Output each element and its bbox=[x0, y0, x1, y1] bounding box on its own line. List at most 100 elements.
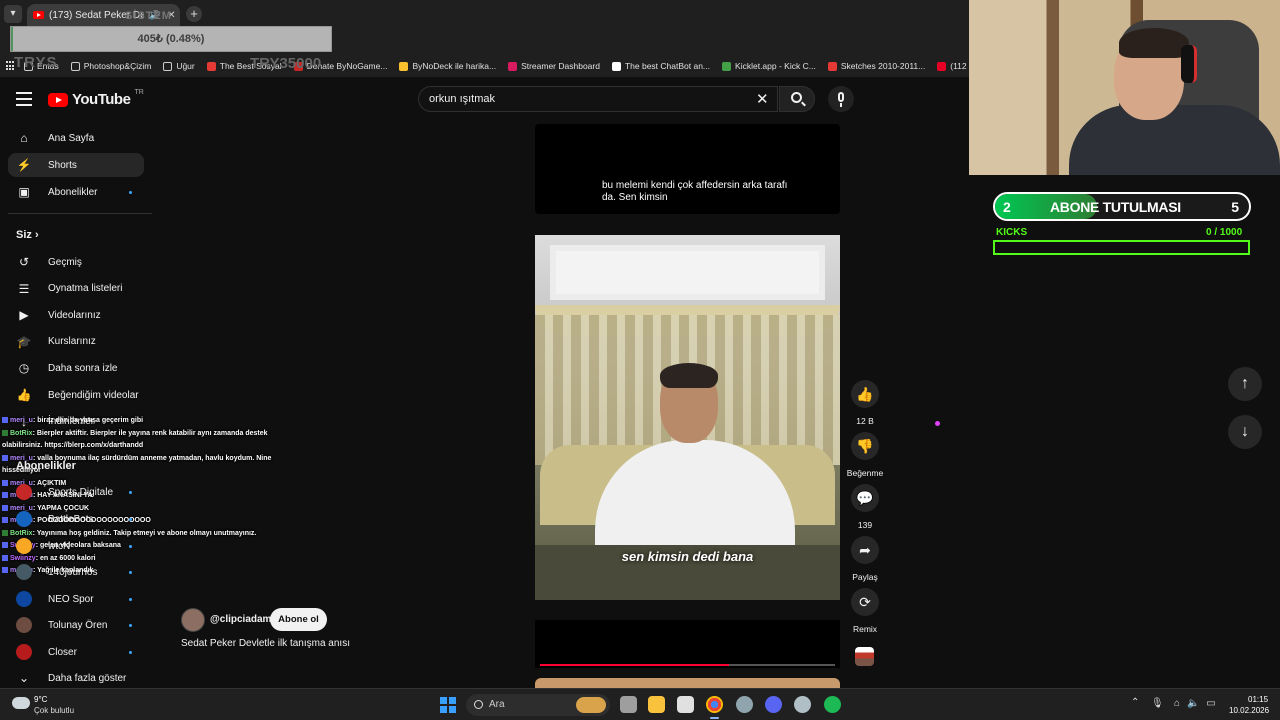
sidebar-item[interactable]: 👍 Beğendiğim videolar bbox=[8, 383, 144, 407]
liked-icon: 👍 bbox=[16, 388, 32, 402]
sidebar-item[interactable]: NEO Spor bbox=[8, 587, 144, 611]
overlay-ghost-left: TRYS bbox=[14, 54, 58, 71]
dislike-button[interactable]: 👎 Beğenme bbox=[847, 432, 883, 478]
bookmark-label: Kicklet.app - Kick C... bbox=[735, 61, 816, 71]
channel-name[interactable]: @clipciadam bbox=[210, 614, 271, 625]
sidebar-item[interactable]: ◷ Daha sonra izle bbox=[8, 356, 144, 380]
obs-icon[interactable] bbox=[794, 696, 811, 713]
apps-grid-icon[interactable] bbox=[6, 61, 14, 71]
bookmarks-bar: Entas Photoshop&Çizim Uğur The Best Sosyal D… bbox=[0, 55, 970, 77]
remix-label: Remix bbox=[852, 624, 878, 634]
bookmark-item[interactable]: Sketches 2010-2011... bbox=[827, 61, 925, 71]
bookmark-item[interactable]: ByNoDeck ile harika... bbox=[399, 61, 496, 71]
chrome-icon[interactable] bbox=[706, 696, 723, 719]
bookmark-item[interactable]: Kicklet.app - Kick C... bbox=[722, 61, 816, 71]
remix-button[interactable]: ⟳ Remix bbox=[850, 588, 880, 634]
tray-chevron-up-icon[interactable]: ⌃ bbox=[1131, 697, 1139, 708]
sidebar-item[interactable]: Closer bbox=[8, 640, 144, 664]
tab-search-button[interactable]: ▾ bbox=[4, 5, 22, 23]
watch-later-icon: ◷ bbox=[18, 361, 30, 376]
chat-badge-icon bbox=[2, 554, 8, 561]
chat-badge-icon bbox=[2, 429, 8, 436]
settings-app-icon[interactable] bbox=[736, 696, 753, 713]
sidebar-item-label: İndirilenler bbox=[48, 416, 95, 428]
sidebar-section-you[interactable]: Siz › bbox=[16, 229, 39, 241]
previous-short-button[interactable]: ↑ bbox=[1228, 367, 1262, 401]
discord-icon[interactable] bbox=[765, 696, 782, 713]
hamburger-menu-icon[interactable] bbox=[16, 92, 32, 106]
clear-search-icon[interactable]: ✕ bbox=[756, 90, 769, 108]
like-button[interactable]: 👍 12 B bbox=[850, 380, 880, 426]
playlists-icon: ☰ bbox=[18, 281, 30, 296]
weather-description[interactable]: Çok bulutlu bbox=[34, 706, 74, 715]
bookmark-item[interactable]: Streamer Dashboard bbox=[508, 61, 600, 71]
subscriber-goal-title: ABONE TUTULMASI bbox=[1050, 199, 1181, 215]
network-icon[interactable]: ⌂ bbox=[1171, 698, 1183, 710]
task-view-icon[interactable] bbox=[620, 696, 637, 713]
sidebar-item[interactable]: wtcN bbox=[8, 534, 144, 558]
channel-avatar-icon bbox=[16, 591, 32, 607]
sidebar-item[interactable]: Sports Digitale bbox=[8, 480, 144, 504]
sidebar-item[interactable]: Tolunay Ören bbox=[8, 613, 144, 637]
youtube-logo[interactable]: YouTube TR bbox=[48, 89, 144, 108]
clock-time[interactable]: 01:15 bbox=[1248, 695, 1268, 704]
new-content-dot bbox=[129, 571, 132, 574]
new-tab-button[interactable]: + bbox=[186, 6, 202, 22]
sidebar-item[interactable]: ▣ Abonelikler bbox=[8, 180, 144, 204]
subscriptions-icon: ▣ bbox=[18, 185, 30, 199]
bookmark-item[interactable]: Photoshop&Çizim bbox=[70, 61, 151, 71]
overlay-ghost-right: TRY35000 bbox=[250, 55, 322, 72]
sidebar-item[interactable]: ☰ Oynatma listeleri bbox=[8, 277, 144, 301]
sidebar-item[interactable]: 🎓 Kurslarınız bbox=[8, 330, 144, 354]
sidebar-item[interactable]: 140journos bbox=[8, 560, 144, 584]
sidebar-item-label: NEO Spor bbox=[48, 593, 94, 605]
sidebar-item[interactable]: ↺ Geçmiş bbox=[8, 250, 144, 274]
courses-icon: 🎓 bbox=[16, 334, 32, 349]
comments-button[interactable]: 💬 139 bbox=[850, 484, 880, 530]
comments-label: 139 bbox=[857, 520, 873, 530]
dislike-icon: 👎 bbox=[851, 432, 879, 460]
taskbar-search[interactable]: Ara bbox=[466, 694, 610, 716]
next-short-button[interactable]: ↓ bbox=[1228, 415, 1262, 449]
sidebar-item[interactable]: ↓ İndirilenler bbox=[8, 410, 144, 434]
weather-temperature[interactable]: 9°C bbox=[34, 695, 47, 704]
your-videos-icon: ▶ bbox=[19, 308, 29, 323]
search-input[interactable]: orkun ışıtmak bbox=[418, 86, 778, 112]
channel-avatar[interactable] bbox=[181, 608, 205, 632]
windows-start-icon[interactable] bbox=[440, 697, 456, 713]
show-more-button[interactable]: ⌄ Daha fazla göster bbox=[8, 666, 144, 690]
file-explorer-icon[interactable] bbox=[648, 696, 665, 713]
sidebar-item[interactable]: ⚡ Shorts bbox=[8, 153, 144, 177]
share-label: Paylaş bbox=[852, 572, 878, 582]
search-button[interactable] bbox=[779, 86, 815, 112]
bookmark-label: The best ChatBot an... bbox=[624, 61, 711, 71]
spotify-icon[interactable] bbox=[824, 696, 841, 713]
store-icon[interactable] bbox=[677, 696, 694, 713]
microphone-tray-icon[interactable]: 🎙 bbox=[1151, 698, 1164, 710]
youtube-play-icon bbox=[48, 92, 68, 107]
sidebar-item-label: Kurslarınız bbox=[48, 336, 96, 348]
sidebar-item[interactable]: BattleBots bbox=[8, 507, 144, 531]
clock-date[interactable]: 10.02.2026 bbox=[1229, 706, 1269, 715]
sidebar-item-label: Oynatma listeleri bbox=[48, 283, 123, 295]
overlay-ghost-title: SİSTEM bbox=[125, 10, 172, 22]
sound-thumbnail[interactable] bbox=[855, 647, 874, 666]
battery-icon[interactable]: ▭ bbox=[1205, 698, 1217, 710]
video-bottom-area[interactable] bbox=[535, 620, 840, 668]
cursor-dot bbox=[935, 421, 940, 426]
subscribe-button[interactable]: Abone ol bbox=[270, 608, 327, 631]
voice-search-button[interactable] bbox=[828, 86, 854, 112]
shorts-video-player[interactable]: sen kimsin dedi bana bbox=[535, 235, 840, 600]
share-button[interactable]: ➦ Paylaş bbox=[850, 536, 880, 582]
chat-badge-icon bbox=[2, 504, 8, 511]
pinterest-icon bbox=[937, 61, 947, 71]
subscriber-goal-widget: 2 ABONE TUTULMASI 5 bbox=[993, 192, 1251, 221]
video-progress-bar[interactable] bbox=[540, 664, 835, 666]
cloud-icon[interactable] bbox=[12, 697, 30, 709]
sidebar-item[interactable]: ▶ Videolarınız bbox=[8, 303, 144, 327]
sidebar-item[interactable]: ⌂ Ana Sayfa bbox=[8, 126, 144, 150]
volume-icon[interactable]: 🔈 bbox=[1187, 698, 1199, 710]
bookmark-item[interactable]: The best ChatBot an... bbox=[611, 61, 711, 71]
bookmark-item[interactable]: (112 bbox=[937, 61, 967, 71]
bookmark-item[interactable]: Uğur bbox=[163, 61, 195, 71]
